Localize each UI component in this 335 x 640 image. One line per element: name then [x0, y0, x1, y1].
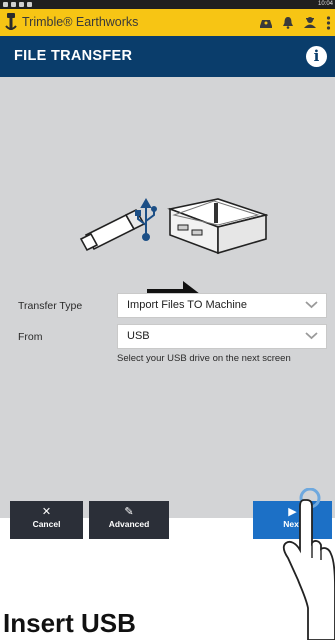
close-icon: ✕ — [41, 506, 52, 518]
trimble-logo-icon — [5, 13, 17, 30]
app-bar: Trimble® Earthworks — [0, 9, 335, 36]
main-content: Transfer Type Import Files TO Machine Fr… — [0, 77, 335, 518]
transfer-type-select[interactable]: Import Files TO Machine — [117, 293, 327, 318]
status-bar: 10:04 — [0, 0, 335, 9]
usb-symbol-icon — [135, 197, 157, 241]
info-icon[interactable]: i — [306, 46, 327, 67]
notification-icon — [27, 2, 32, 7]
cancel-button[interactable]: ✕ Cancel — [10, 501, 83, 539]
more-menu-icon[interactable] — [326, 15, 331, 30]
operator-icon[interactable] — [303, 16, 317, 29]
machine-icon[interactable] — [259, 17, 273, 29]
overlay-caption: Insert USB — [3, 608, 136, 638]
advanced-button[interactable]: ✎ Advanced — [89, 501, 169, 539]
usb-hint-text: Select your USB drive on the next screen — [117, 353, 291, 364]
from-label: From — [18, 331, 43, 343]
app-title: Trimble® Earthworks — [22, 15, 139, 29]
transfer-type-value: Import Files TO Machine — [127, 299, 248, 311]
cancel-label: Cancel — [32, 519, 61, 529]
notification-bell-icon[interactable] — [282, 16, 294, 29]
transfer-type-label: Transfer Type — [18, 300, 83, 312]
notification-icon — [11, 2, 16, 7]
from-select[interactable]: USB — [117, 324, 327, 349]
notification-icons — [3, 0, 32, 9]
control-box-icon — [167, 198, 268, 255]
chevron-down-icon — [305, 332, 318, 340]
page-title: FILE TRANSFER — [14, 48, 133, 64]
app-actions — [259, 9, 331, 36]
status-time: 10:04 — [317, 1, 333, 7]
usb-stick-icon — [79, 208, 146, 252]
notification-icon — [19, 2, 24, 7]
advanced-label: Advanced — [108, 519, 150, 529]
notification-icon — [3, 2, 8, 7]
tapping-hand-icon — [282, 488, 335, 640]
chevron-down-icon — [305, 301, 318, 309]
title-bar: FILE TRANSFER i — [0, 36, 335, 77]
edit-icon: ✎ — [124, 506, 134, 518]
from-value: USB — [127, 330, 150, 342]
